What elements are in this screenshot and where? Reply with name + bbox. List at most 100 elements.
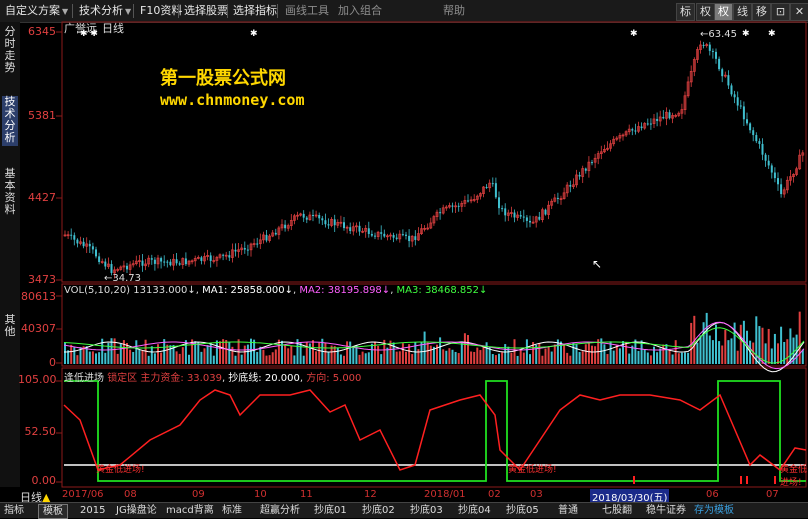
candle-body <box>721 69 724 77</box>
candle-body <box>504 208 507 216</box>
candle-body <box>141 260 144 266</box>
tab-bottom05[interactable]: 抄底05 <box>502 504 543 517</box>
volume-bar <box>200 351 203 364</box>
candle-body <box>556 197 559 199</box>
volume-bar <box>305 342 308 364</box>
candle-body <box>175 259 178 264</box>
volume-bar <box>364 353 367 364</box>
volume-bar <box>315 351 318 364</box>
low-price-label: ←34.73 <box>104 273 142 284</box>
volume-bar <box>798 311 801 364</box>
volume-bar <box>141 350 144 364</box>
candle-body <box>662 116 665 119</box>
chart-canvas[interactable] <box>0 0 808 517</box>
volume-bar <box>181 347 184 364</box>
candle-body <box>739 105 742 107</box>
volume-bar <box>615 345 618 364</box>
volume-bar <box>482 345 485 364</box>
volume-bar <box>538 343 541 364</box>
volume-bar <box>370 343 373 364</box>
volume-bar <box>780 326 783 364</box>
candle-body <box>522 216 525 218</box>
volume-bar <box>178 353 181 364</box>
candle-body <box>767 160 770 166</box>
volume-bar <box>553 344 556 364</box>
tab-2015[interactable]: 2015 <box>76 504 109 517</box>
candle-body <box>715 51 717 59</box>
volume-bar <box>243 345 246 364</box>
volume-bar <box>398 351 401 364</box>
date-label: 09 <box>192 489 205 500</box>
tab-bottom02[interactable]: 抄底02 <box>358 504 399 517</box>
volume-bar <box>302 355 305 364</box>
tab-save-template[interactable]: 存为模板 <box>690 504 738 517</box>
volume-bar <box>494 355 497 364</box>
volume-bar <box>352 347 355 364</box>
candle-body <box>501 208 504 210</box>
volume-bar <box>429 345 432 364</box>
tab-seven-flip[interactable]: 七股翻 <box>598 504 636 517</box>
candle-body <box>126 265 128 270</box>
tab-macd[interactable]: macd背离 <box>162 504 218 517</box>
vol-tick-high: 80613 <box>21 290 56 303</box>
volume-bar <box>550 351 553 364</box>
candle-body <box>777 178 779 185</box>
tab-normal[interactable]: 普通 <box>554 504 582 517</box>
volume-bar <box>73 347 76 364</box>
price-tick-2: 5381 <box>28 109 56 122</box>
volume-bar <box>405 351 407 364</box>
indicator-legend: 逢低进场 锁定区 主力资金: 33.039, 抄底线: 20.000, 方向: … <box>64 373 362 384</box>
tab-bottom04[interactable]: 抄底04 <box>454 504 495 517</box>
volume-bar <box>271 352 274 364</box>
candle-body <box>405 234 407 236</box>
tab-wenniu[interactable]: 稳牛证券 <box>642 504 690 517</box>
tab-bottom03[interactable]: 抄底03 <box>406 504 447 517</box>
volume-bar <box>708 335 711 364</box>
volume-bar <box>522 352 525 364</box>
ind-tick-low: 0.00 <box>31 474 57 487</box>
candle-body <box>150 258 153 260</box>
candle-body <box>529 220 531 223</box>
tab-bottom01[interactable]: 抄底01 <box>310 504 351 517</box>
candle-body <box>380 232 383 234</box>
volume-bar <box>563 344 566 364</box>
volume-bar <box>476 347 479 364</box>
volume-bar <box>91 351 94 364</box>
candle-body <box>742 106 745 120</box>
candle-body <box>631 129 634 131</box>
volume-bar <box>277 339 280 364</box>
volume-bar <box>656 352 659 364</box>
volume-bar <box>529 354 531 364</box>
date-label: 07 <box>766 489 779 500</box>
volume-bar <box>485 342 488 364</box>
candle-body <box>88 243 91 247</box>
volume-bar <box>401 343 404 364</box>
tab-indicator[interactable]: 指标 <box>0 504 28 517</box>
volume-bar <box>442 349 445 364</box>
volume-bar <box>730 338 733 364</box>
volume-bar <box>333 346 336 364</box>
tab-jg[interactable]: JG操盘论 <box>112 504 161 517</box>
candle-body <box>76 239 79 244</box>
volume-bar <box>268 355 271 364</box>
tab-standard[interactable]: 标准 <box>218 504 246 517</box>
candle-body <box>160 258 163 262</box>
price-tick-low: 3473 <box>28 273 56 286</box>
candle-body <box>513 212 516 218</box>
volume-bar <box>680 352 683 364</box>
volume-legend: VOL(5,10,20) 13133.000↓, MA1: 25858.000↓… <box>64 285 488 296</box>
volume-bar <box>209 342 212 364</box>
volume-bar <box>327 352 330 364</box>
volume-bar <box>423 331 426 364</box>
star-marker: ✱ <box>742 29 750 39</box>
tab-super-win[interactable]: 超赢分析 <box>256 504 304 517</box>
candle-body <box>656 118 659 121</box>
volume-bar <box>160 352 163 364</box>
candle-body <box>110 264 113 273</box>
date-label: 10 <box>254 489 267 500</box>
volume-bar <box>699 335 702 364</box>
volume-bar <box>339 354 342 364</box>
volume-bar <box>587 342 590 364</box>
mouse-cursor-icon: ↖ <box>592 257 603 271</box>
candle-body <box>305 217 308 220</box>
